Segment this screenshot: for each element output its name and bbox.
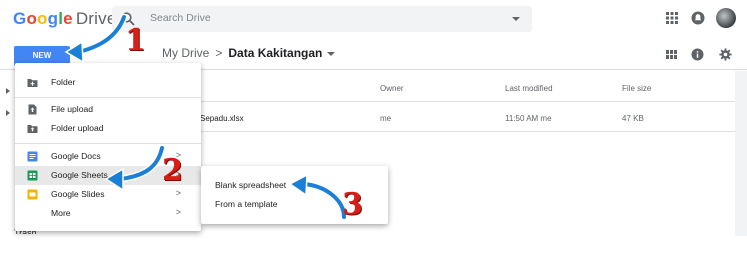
folder-plus-icon [27, 79, 38, 87]
folder-upload-icon [27, 125, 38, 133]
google-slides-icon [27, 189, 38, 200]
row-divider [200, 101, 735, 102]
google-sheets-icon [27, 170, 38, 181]
google-docs-icon [27, 151, 38, 162]
menu-item-label: Google Sheets [51, 170, 108, 180]
file-size: 47 KB [622, 114, 644, 123]
folder-menu-caret-icon[interactable] [327, 51, 336, 56]
content-scroll-edge [735, 71, 747, 236]
new-menu: Folder File upload Folder upload Google … [15, 63, 201, 231]
row-divider [200, 131, 735, 132]
avatar[interactable] [716, 8, 736, 28]
menu-item-label: More [51, 208, 71, 218]
column-header-file-size[interactable]: File size [622, 84, 651, 93]
column-header-last-modified[interactable]: Last modified [505, 84, 553, 93]
file-name[interactable]: Sepadu.xlsx [200, 114, 244, 123]
submenu-item-label: Blank spreadsheet [215, 180, 287, 190]
breadcrumb-my-drive[interactable]: My Drive [162, 46, 209, 60]
file-upload-icon [28, 104, 37, 115]
search-input[interactable]: Search Drive [150, 12, 211, 24]
notifications-icon[interactable] [691, 11, 705, 25]
file-last-modified: 11:50 AM me [505, 114, 552, 123]
menu-item-label: File upload [51, 104, 94, 114]
chevron-right-icon: > [175, 188, 181, 198]
menu-item-folder-upload[interactable]: Folder upload [15, 119, 201, 138]
breadcrumb-separator: > [215, 46, 223, 60]
grid-view-icon[interactable] [665, 48, 678, 61]
column-header-owner[interactable]: Owner [380, 84, 404, 93]
file-owner: me [380, 114, 392, 123]
menu-item-file-upload[interactable]: File upload [15, 100, 201, 119]
menu-item-folder[interactable]: Folder [15, 73, 201, 92]
submenu-item-label: From a template [215, 199, 278, 209]
step-3-label: 3 [342, 187, 363, 222]
google-drive-screen: Google Drive Search Drive NEW My Drive >… [0, 0, 747, 257]
top-header: Google Drive Search Drive [0, 0, 747, 38]
logo-drive: Drive [75, 9, 117, 28]
search-bar[interactable]: Search Drive [112, 6, 532, 32]
expand-arrow-icon[interactable] [6, 110, 10, 116]
menu-item-label: Folder upload [51, 123, 104, 133]
info-icon[interactable] [691, 48, 704, 61]
google-drive-logo[interactable]: Google Drive [13, 9, 116, 29]
sidebar [0, 71, 12, 231]
search-options-icon[interactable] [512, 17, 520, 21]
step-1-label: 1 [125, 23, 146, 58]
apps-grid-icon[interactable] [665, 11, 679, 25]
chevron-right-icon: > [175, 207, 181, 217]
menu-item-label: Google Slides [51, 189, 105, 199]
logo-google: Google [13, 9, 73, 28]
menu-item-label: Google Docs [51, 151, 101, 161]
menu-divider [15, 143, 201, 144]
breadcrumb-current-folder[interactable]: Data Kakitangan [228, 46, 322, 60]
menu-item-label: Folder [51, 77, 76, 87]
settings-gear-icon[interactable] [719, 48, 732, 61]
expand-arrow-icon[interactable] [6, 88, 10, 94]
step-2-label: 2 [162, 153, 183, 188]
breadcrumb: My Drive > Data Kakitangan [162, 46, 336, 60]
menu-divider [15, 97, 201, 98]
menu-item-more[interactable]: More > [15, 204, 201, 223]
